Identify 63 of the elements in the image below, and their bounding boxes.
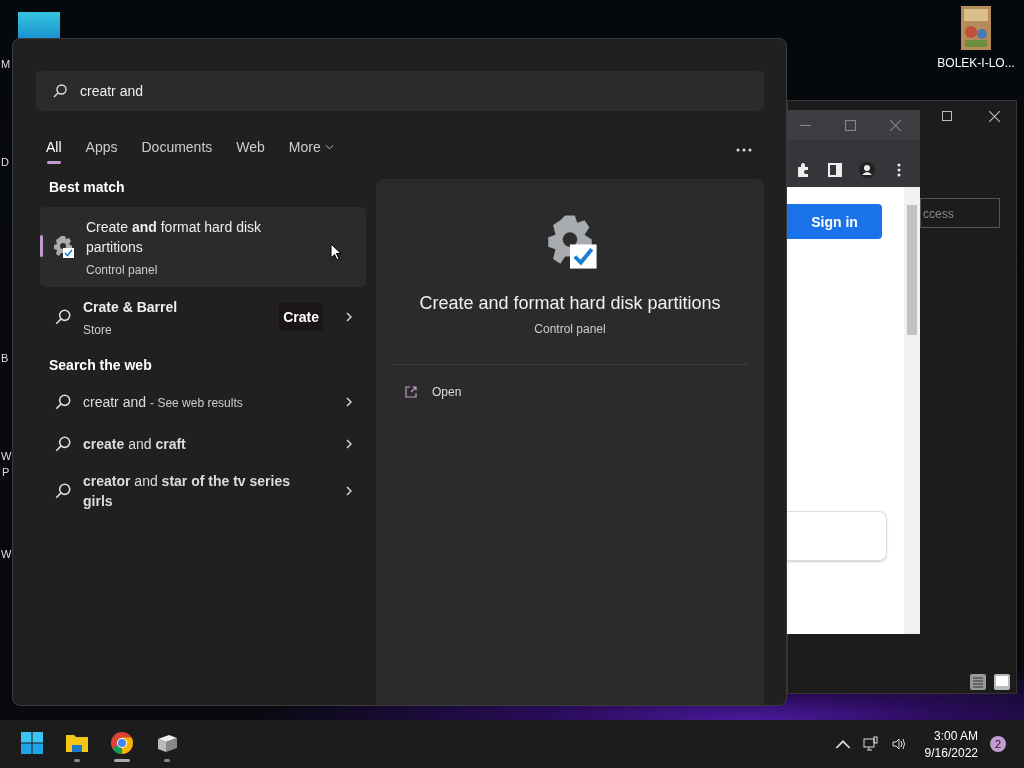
profile-icon[interactable] [859, 161, 875, 178]
search-query: creatr and [80, 83, 144, 99]
desktop-icon-label: M [1, 58, 11, 70]
browser-icon[interactable] [110, 730, 134, 755]
web-search-suggestion[interactable]: create and craft [40, 423, 366, 465]
search-icon [54, 308, 72, 326]
open-action[interactable]: Open [392, 379, 474, 405]
desktop-icon-label: P [2, 466, 10, 478]
filter-tab[interactable]: Web [226, 135, 275, 165]
filter-tab[interactable]: Apps [75, 135, 128, 165]
tile-view-icon[interactable] [994, 674, 1010, 690]
puzzle-icon[interactable] [795, 161, 811, 178]
web-search-suggestion[interactable]: creatr and - See web results [40, 381, 366, 423]
suggestion-text: create and craft [83, 436, 186, 452]
section-heading: Search the web [48, 356, 153, 375]
chevron-right-icon[interactable] [346, 439, 352, 449]
caret-icon [324, 144, 334, 150]
search-result[interactable]: Create and format hard disk partitions Control panel [40, 207, 366, 287]
more-options-icon[interactable] [736, 148, 752, 152]
search-icon [54, 482, 72, 500]
clock-time[interactable]: 3:00 AM [933, 728, 978, 743]
result-title: Create and format hard disk partitions [86, 218, 263, 257]
section-heading: Best match [48, 179, 126, 197]
search-field[interactable]: ccess [920, 198, 1000, 228]
windows-start-icon[interactable] [20, 730, 44, 755]
clock-date[interactable]: 9/16/2022 [924, 745, 978, 760]
filter-tab[interactable]: More [278, 135, 344, 165]
result-title: Crate & Barrel [83, 298, 179, 317]
maximize-icon[interactable] [942, 111, 952, 121]
search-field[interactable]: creatr and [36, 71, 764, 111]
preview-subtitle: Control panel [534, 322, 606, 336]
desktop-icon-label: B [1, 352, 9, 364]
suggestion-hint: - See web results [150, 395, 243, 410]
desktop-icon-label: W [1, 450, 12, 462]
open-external-icon [404, 385, 418, 399]
result-subtitle: Control panel [86, 263, 159, 277]
preview-title: Create and format hard disk partitions [419, 293, 721, 314]
suggestion-text: creatr and [83, 393, 147, 410]
notification-badge[interactable]: 2 [990, 736, 1006, 752]
desktop-icon-label: W [1, 548, 12, 560]
suggestion-text: creator and star of the tv series girls [83, 473, 290, 509]
gear-check-icon [51, 235, 75, 259]
side-panel-icon[interactable] [827, 161, 843, 178]
result-subtitle: Store [83, 323, 113, 337]
filter-tab[interactable]: All [36, 135, 72, 165]
close-icon[interactable] [989, 111, 1000, 122]
search-icon [52, 83, 68, 99]
volume-icon[interactable] [890, 736, 907, 752]
brand-badge: Crate [279, 303, 323, 331]
desktop-icon[interactable] [18, 12, 60, 40]
filter-tab[interactable]: Documents [131, 135, 223, 165]
chevron-right-icon[interactable] [346, 397, 352, 407]
search-result[interactable]: Crate & Barrel Store Crate [40, 287, 366, 347]
search-icon [54, 393, 72, 411]
chevron-right-icon[interactable] [346, 486, 352, 496]
sign-in-button[interactable]: Sign in [787, 204, 882, 239]
network-icon[interactable] [862, 736, 879, 752]
chevron-right-icon[interactable] [346, 312, 352, 322]
desktop-icon-label[interactable]: BOLEK-I-LO... [937, 56, 1015, 70]
search-icon [54, 435, 72, 453]
web-search-suggestion[interactable]: creator and star of the tv series girls [40, 465, 366, 517]
cursor-icon [330, 243, 342, 261]
desktop-icon-label: D [1, 156, 9, 168]
